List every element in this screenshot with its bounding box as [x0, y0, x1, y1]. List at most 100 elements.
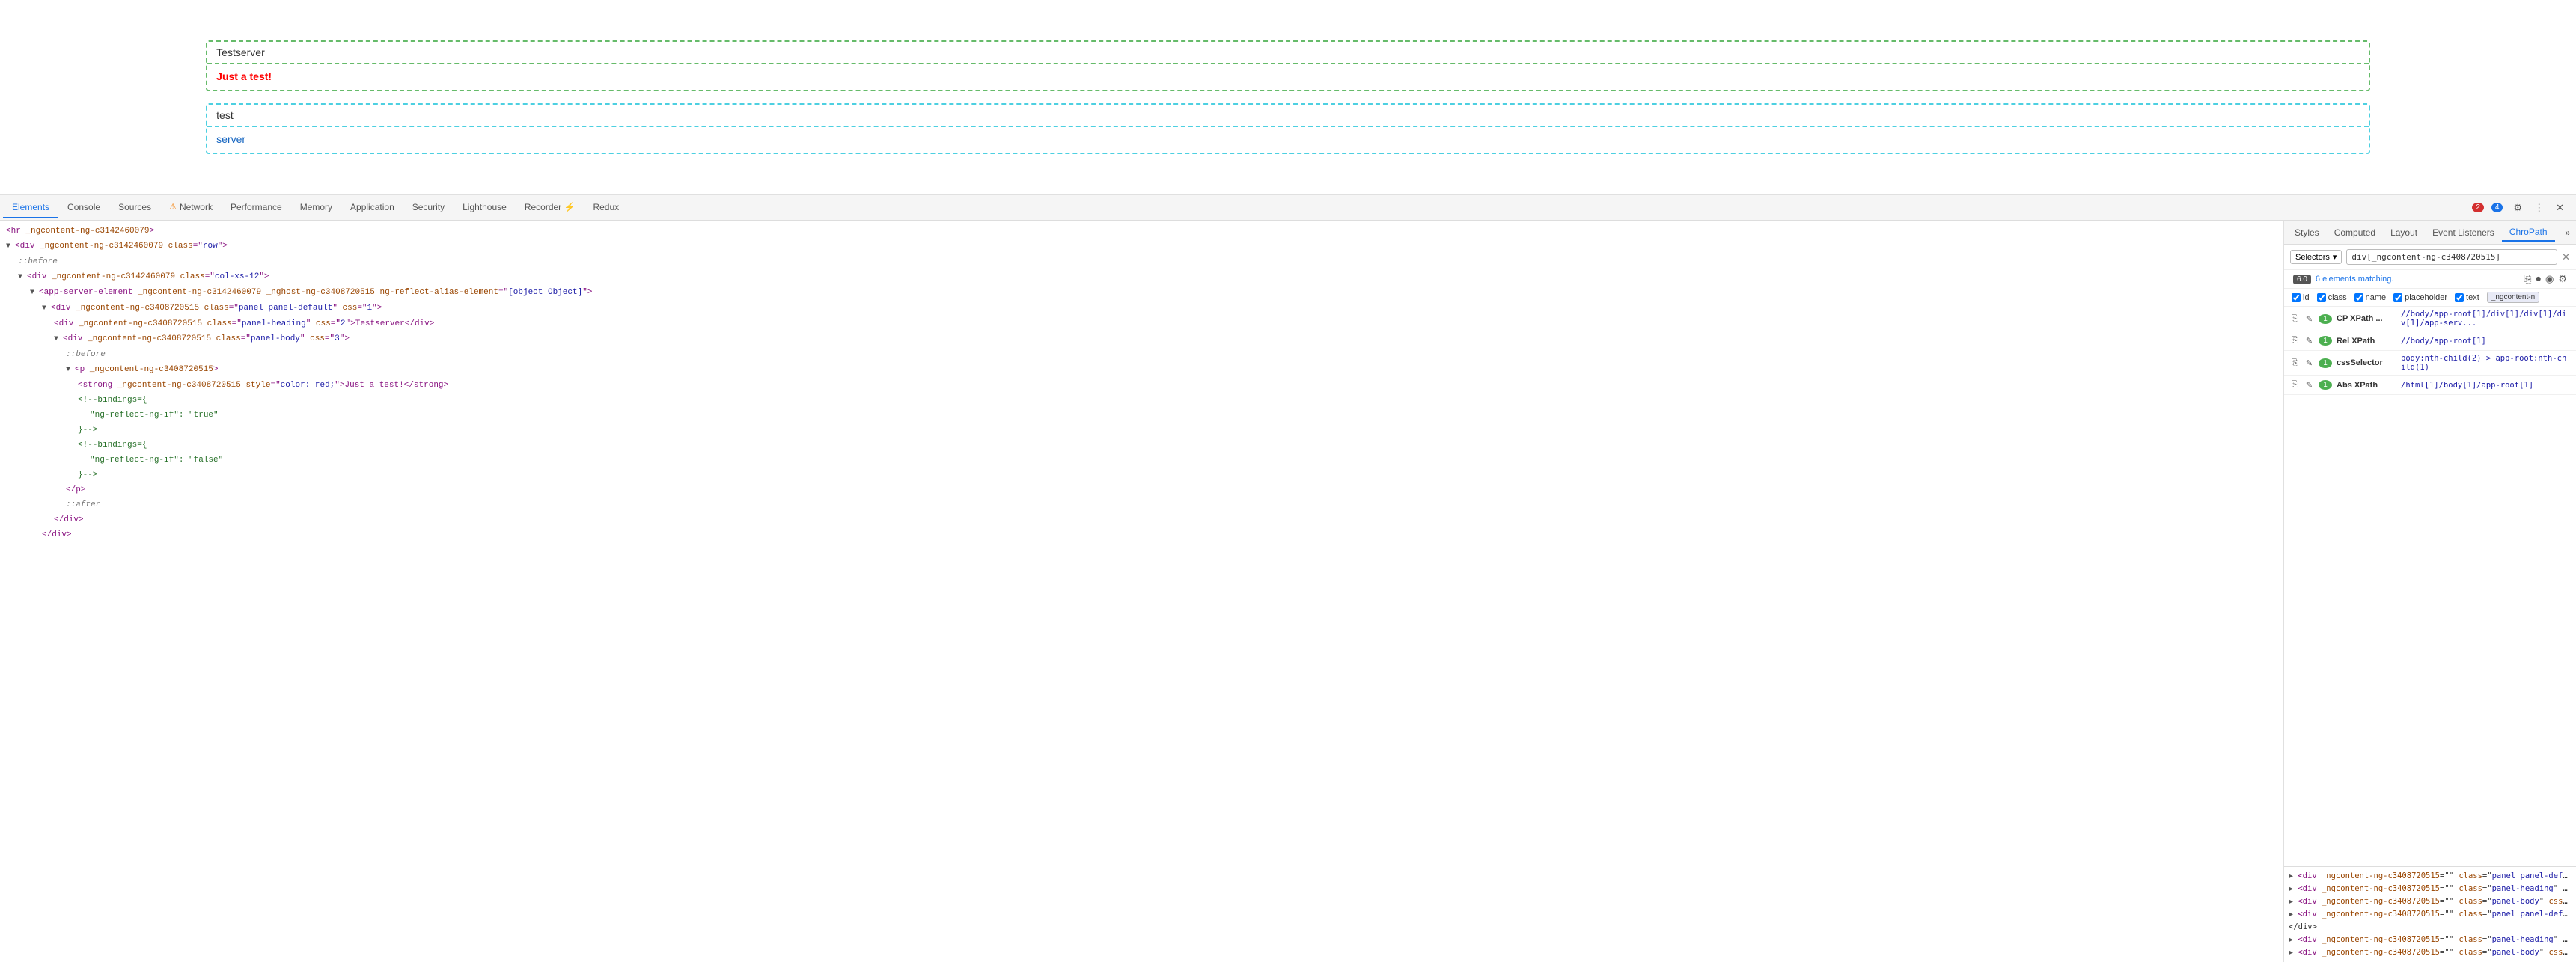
tree-line[interactable]: ::before [0, 254, 2283, 269]
abs-label: Abs XPath [2337, 381, 2396, 390]
css-label: cssSelector [2337, 358, 2396, 367]
tab-console[interactable]: Console [58, 197, 109, 218]
tree-line[interactable]: }--> [0, 468, 2283, 482]
tree-line[interactable]: "ng-reflect-ng-if": "true" [0, 408, 2283, 423]
tab-sources[interactable]: Sources [109, 197, 160, 218]
abs-value: /html[1]/body[1]/app-root[1] [2401, 381, 2533, 390]
html-preview-line: ▶ <div _ngcontent-ng-c3408720515="" clas… [2289, 908, 2572, 921]
html-preview-line: ▶ <div _ngcontent-ng-c3408720515="" clas… [2289, 895, 2572, 908]
chropath-panel: Styles Computed Layout Event Listeners C… [2284, 221, 2576, 962]
checkboxes-row: id class name placeholder text _ngconten… [2284, 289, 2576, 307]
cp-label: CP XPath ... [2337, 314, 2396, 323]
tree-line[interactable]: </div> [0, 512, 2283, 527]
selector-row: Selectors ▾ ✕ [2284, 245, 2576, 270]
css-count: 1 [2319, 358, 2332, 368]
tab-network[interactable]: ⚠ Network [160, 197, 222, 218]
tree-line[interactable]: <!--bindings={ [0, 393, 2283, 408]
tab-chropath[interactable]: ChroPath [2502, 224, 2555, 242]
tree-line[interactable]: ::before [0, 347, 2283, 362]
tree-line[interactable]: <!--bindings={ [0, 438, 2283, 453]
page-preview: Testserver Just a test! test server [0, 0, 2576, 194]
abs-count: 1 [2319, 380, 2332, 390]
tree-line[interactable]: <div _ngcontent-ng-c3408720515 class="pa… [0, 316, 2283, 331]
matching-count: 6 elements matching. [2316, 275, 2394, 284]
tree-line[interactable]: ▼ <div _ngcontent-ng-c3408720515 class="… [0, 331, 2283, 347]
html-preview-line: ▶ <div _ngcontent-ng-c3408720515="" clas… [2289, 946, 2572, 959]
tab-performance[interactable]: Performance [222, 197, 291, 218]
tree-line[interactable]: ::after [0, 497, 2283, 512]
edit-abs-icon[interactable]: ✎ [2304, 379, 2314, 391]
tree-line[interactable]: ▼ <div _ngcontent-ng-c3408720515 class="… [0, 301, 2283, 316]
tab-layout[interactable]: Layout [2383, 224, 2425, 241]
highlight-icon[interactable]: ◉ [2545, 273, 2554, 285]
rel-label: Rel XPath [2337, 337, 2396, 346]
tab-event-listeners[interactable]: Event Listeners [2425, 224, 2502, 241]
close-icon[interactable]: ✕ [2553, 200, 2567, 215]
more-icon[interactable]: ⋮ [2531, 200, 2547, 215]
html-preview: ▶ <div _ngcontent-ng-c3408720515="" clas… [2284, 866, 2576, 962]
cb-name[interactable]: name [2354, 293, 2387, 302]
warning-icon: ⚠ [169, 202, 177, 212]
copy-rel-icon[interactable]: ⎘ [2290, 334, 2300, 347]
edit-rel-icon[interactable]: ✎ [2304, 334, 2314, 347]
cp-count: 1 [2319, 314, 2332, 324]
html-preview-line: ▶ <div _ngcontent-ng-c3408720515="" clas… [2289, 883, 2572, 895]
tree-line[interactable]: <strong _ngcontent-ng-c3408720515 style=… [0, 378, 2283, 393]
copy-css-icon[interactable]: ⎘ [2290, 357, 2300, 370]
record-icon[interactable]: ⏺ [2536, 273, 2542, 285]
devtools-icons: 2 4 ⚙ ⋮ ✕ [2472, 200, 2573, 215]
html-preview-line: ▶ <div _ngcontent-ng-c3408720515="" clas… [2289, 870, 2572, 883]
tree-line[interactable]: }--> [0, 423, 2283, 438]
tree-line[interactable]: ▼ <app-server-element _ngcontent-ng-c314… [0, 285, 2283, 301]
tree-line[interactable]: ▼ <div _ngcontent-ng-c3142460079 class="… [0, 269, 2283, 285]
tab-security[interactable]: Security [403, 197, 454, 218]
xpath-row-cp: ⎘ ✎ 1 CP XPath ... //body/app-root[1]/di… [2284, 307, 2576, 331]
more-tabs-chevron[interactable]: » [2562, 226, 2573, 239]
settings-icon[interactable]: ⚙ [2558, 273, 2567, 285]
selector-input[interactable] [2346, 249, 2557, 265]
devtools-content: <hr _ngcontent-ng-c3142460079> ▼ <div _n… [0, 221, 2576, 962]
copy-abs-icon[interactable]: ⎘ [2290, 379, 2300, 391]
css-value: body:nth-child(2) > app-root:nth-child(1… [2401, 354, 2570, 372]
cb-class[interactable]: class [2317, 293, 2347, 302]
tree-line[interactable]: </p> [0, 482, 2283, 497]
right-tab-bar: Styles Computed Layout Event Listeners C… [2284, 221, 2576, 245]
settings-icon[interactable]: ⚙ [2510, 200, 2525, 215]
html-preview-line: ▶ <div _ngcontent-ng-c3408720515="" clas… [2289, 934, 2572, 946]
tree-line[interactable]: </div> [0, 527, 2283, 542]
copy-icon[interactable]: ⎘ [2524, 273, 2531, 285]
tab-styles[interactable]: Styles [2287, 224, 2327, 241]
panel-box-1: Testserver Just a test! [206, 40, 2370, 91]
devtools-tab-bar: Elements Console Sources ⚠ Network Perfo… [0, 195, 2576, 221]
selector-clear-icon[interactable]: ✕ [2562, 251, 2570, 263]
tab-recorder[interactable]: Recorder ⚡ [516, 197, 585, 218]
panel-heading-1: Testserver [207, 42, 2369, 64]
tree-line[interactable]: ▼ <div _ngcontent-ng-c3142460079 class="… [0, 239, 2283, 254]
tab-elements[interactable]: Elements [3, 197, 58, 218]
xpath-row-abs: ⎘ ✎ 1 Abs XPath /html[1]/body[1]/app-roo… [2284, 376, 2576, 395]
tree-line[interactable]: ▼ <p _ngcontent-ng-c3408720515> [0, 362, 2283, 378]
matching-icons: ⎘ ⏺ ◉ ⚙ [2524, 273, 2567, 285]
cb-id[interactable]: id [2292, 293, 2310, 302]
cb-text[interactable]: text [2455, 293, 2479, 302]
tree-line[interactable]: "ng-reflect-ng-if": "false" [0, 453, 2283, 468]
html-preview-line: </div> [2289, 921, 2572, 934]
rel-value: //body/app-root[1] [2401, 337, 2486, 346]
panel-body-2: server [207, 127, 2369, 153]
tab-computed[interactable]: Computed [2327, 224, 2383, 241]
matching-row: 6.0 6 elements matching. ⎘ ⏺ ◉ ⚙ [2284, 270, 2576, 289]
cb-placeholder[interactable]: placeholder [2393, 293, 2447, 302]
tab-memory[interactable]: Memory [291, 197, 341, 218]
elements-panel[interactable]: <hr _ngcontent-ng-c3142460079> ▼ <div _n… [0, 221, 2284, 962]
tab-redux[interactable]: Redux [584, 197, 628, 218]
warning-badge: 4 [2491, 203, 2503, 212]
tab-lighthouse[interactable]: Lighthouse [454, 197, 516, 218]
tab-application[interactable]: Application [341, 197, 403, 218]
edit-cp-icon[interactable]: ✎ [2304, 313, 2314, 325]
copy-cp-icon[interactable]: ⎘ [2290, 313, 2300, 325]
selector-type-dropdown[interactable]: Selectors ▾ [2290, 250, 2342, 264]
panel-box-2: test server [206, 103, 2370, 154]
edit-css-icon[interactable]: ✎ [2304, 357, 2314, 370]
tree-line[interactable]: <hr _ngcontent-ng-c3142460079> [0, 224, 2283, 239]
xpath-row-css: ⎘ ✎ 1 cssSelector body:nth-child(2) > ap… [2284, 351, 2576, 376]
